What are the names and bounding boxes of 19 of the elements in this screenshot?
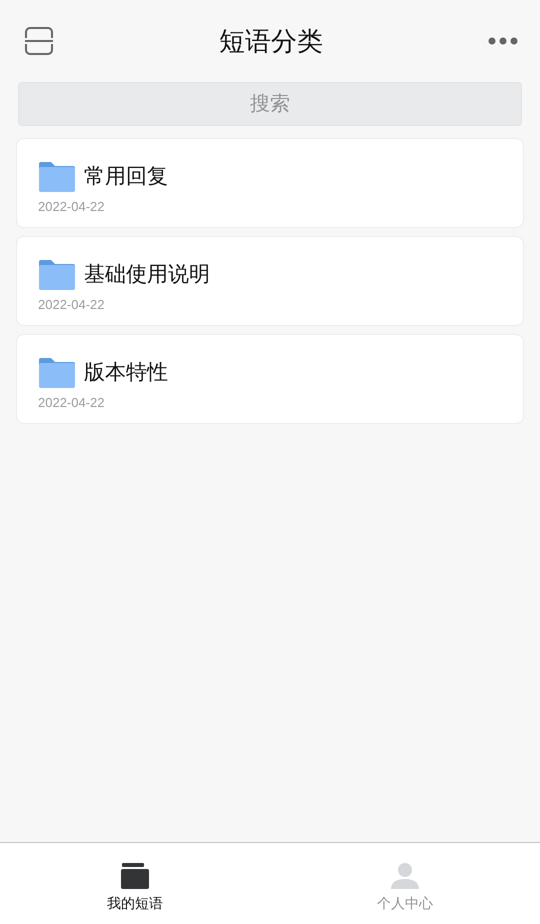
more-icon[interactable]	[488, 37, 518, 45]
category-card[interactable]: 常用回复 2022-04-22	[16, 138, 524, 228]
folder-icon	[38, 357, 76, 389]
category-date: 2022-04-22	[38, 394, 104, 412]
search-field[interactable]: 搜索	[18, 82, 522, 126]
folder-icon	[121, 863, 149, 889]
tab[interactable]: 我的短语	[0, 843, 270, 924]
person-icon	[391, 863, 419, 889]
category-date: 2022-04-22	[38, 296, 104, 314]
category-name: 版本特性	[84, 360, 168, 386]
folder-icon	[38, 161, 76, 193]
page-title: 短语分类	[219, 24, 323, 58]
category-date: 2022-04-22	[38, 198, 104, 216]
category-name: 常用回复	[84, 164, 168, 190]
folder-icon	[38, 259, 76, 291]
category-name: 基础使用说明	[84, 262, 210, 288]
scan-icon[interactable]	[24, 26, 54, 56]
category-card[interactable]: 基础使用说明 2022-04-22	[16, 236, 524, 326]
category-card[interactable]: 版本特性 2022-04-22	[16, 334, 524, 424]
